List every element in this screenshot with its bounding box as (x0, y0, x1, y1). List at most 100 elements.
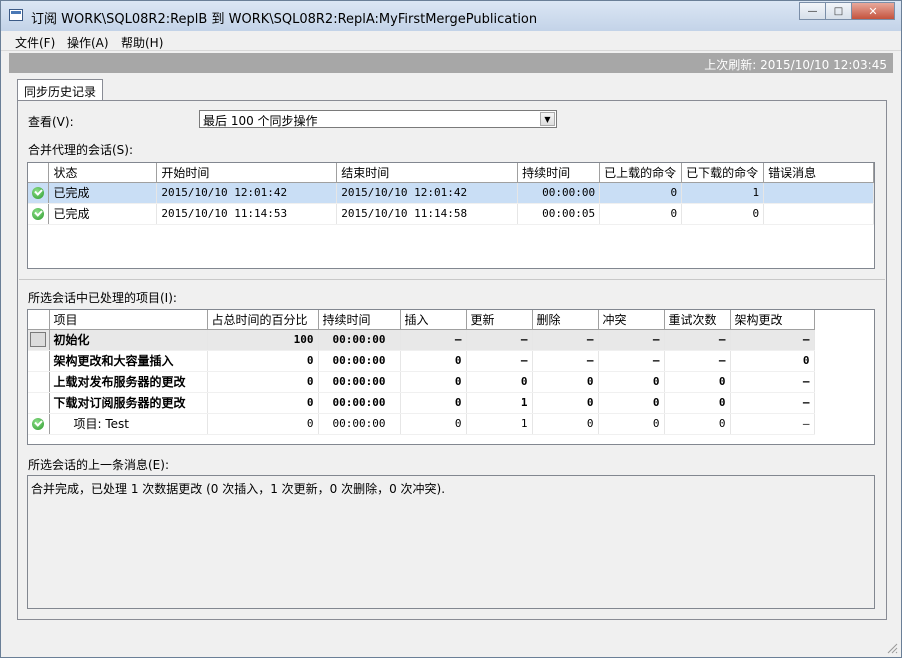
row-header-corner (28, 163, 50, 183)
table-row[interactable]: 已完成 2015/10/10 11:14:53 2015/10/10 11:14… (28, 203, 874, 225)
title-bar[interactable]: 订阅 WORK\SQL08R2:ReplB 到 WORK\SQL08R2:Rep… (1, 1, 901, 31)
last-message-label: 所选会话的上一条消息(E): (28, 458, 169, 472)
cell-conflict: – (598, 329, 665, 351)
view-select[interactable]: 最后 100 个同步操作 ▼ (199, 110, 557, 128)
cell-retry: 0 (664, 392, 731, 414)
col-header-retry[interactable]: 重试次数 (664, 310, 731, 330)
last-message-text: 合并完成，已处理 1 次数据更改 (0 次插入，1 次更新，0 次删除，0 次冲… (31, 482, 446, 496)
window-controls: — □ ✕ (799, 2, 895, 20)
cell-insert: – (400, 329, 467, 351)
items-grid[interactable]: 项目 占总时间的百分比 持续时间 插入 更新 删除 冲突 重试次数 架构更改 初… (27, 309, 875, 445)
col-header-update[interactable]: 更新 (466, 310, 533, 330)
main-window: 订阅 WORK\SQL08R2:ReplB 到 WORK\SQL08R2:Rep… (0, 0, 902, 658)
menu-file[interactable]: 文件(F) (15, 34, 55, 51)
cell-duration: 00:00:00 (517, 182, 601, 204)
cell-conflict: 0 (598, 392, 665, 414)
success-check-icon (32, 418, 44, 430)
cell-end-time: 2015/10/10 12:01:42 (336, 182, 519, 204)
cell-update: 1 (466, 392, 533, 414)
cell-percent: 0 (207, 350, 319, 372)
menu-help[interactable]: 帮助(H) (121, 34, 163, 51)
maximize-button[interactable]: □ (825, 2, 852, 20)
cell-item: 项目: Test (49, 413, 208, 435)
col-header-item[interactable]: 项目 (49, 310, 208, 330)
close-button[interactable]: ✕ (851, 2, 895, 20)
cell-delete: 0 (532, 413, 599, 435)
table-row[interactable]: 架构更改和大容量插入 0 00:00:00 0 – – – – 0 (28, 350, 815, 372)
table-row[interactable]: 初始化 100 00:00:00 – – – – – – (28, 329, 815, 351)
col-header-duration[interactable]: 持续时间 (318, 310, 401, 330)
col-header-delete[interactable]: 删除 (532, 310, 599, 330)
splitter[interactable] (19, 279, 885, 280)
cell-duration: 00:00:05 (517, 203, 601, 225)
col-header-error[interactable]: 错误消息 (763, 163, 874, 183)
cell-schema: – (730, 329, 815, 351)
col-header-percent[interactable]: 占总时间的百分比 (207, 310, 319, 330)
last-message-box[interactable]: 合并完成，已处理 1 次数据更改 (0 次插入，1 次更新，0 次删除，0 次冲… (27, 475, 875, 609)
row-selector-icon (30, 332, 46, 347)
cell-duration: 00:00:00 (318, 329, 401, 351)
maximize-icon: □ (833, 5, 844, 17)
col-header-start-time[interactable]: 开始时间 (156, 163, 338, 183)
cell-retry: – (664, 329, 731, 351)
col-header-schema[interactable]: 架构更改 (730, 310, 815, 330)
cell-conflict: 0 (598, 371, 665, 393)
minimize-icon: — (807, 5, 818, 17)
table-row[interactable]: 下载对订阅服务器的更改 0 00:00:00 0 1 0 0 0 – (28, 392, 815, 414)
cell-status: 已完成 (48, 182, 158, 204)
cell-update: – (466, 350, 533, 372)
cell-downloaded: 0 (681, 203, 765, 225)
tab-sync-history[interactable]: 同步历史记录 (17, 79, 103, 101)
cell-downloaded: 1 (681, 182, 765, 204)
cell-update: 0 (466, 371, 533, 393)
cell-schema: – (730, 413, 815, 435)
sessions-header-row: 状态 开始时间 结束时间 持续时间 已上载的命令 已下载的命令 错误消息 (28, 163, 874, 183)
cell-schema: – (730, 371, 815, 393)
cell-uploaded: 0 (599, 182, 683, 204)
cell-error (763, 203, 874, 225)
cell-duration: 00:00:00 (318, 350, 401, 372)
cell-retry: 0 (664, 371, 731, 393)
cell-item: 下载对订阅服务器的更改 (49, 392, 208, 414)
col-header-duration[interactable]: 持续时间 (517, 163, 601, 183)
resize-grip-icon[interactable] (886, 642, 898, 654)
chevron-down-icon[interactable]: ▼ (540, 112, 555, 126)
col-header-uploaded[interactable]: 已上载的命令 (599, 163, 683, 183)
cell-item: 架构更改和大容量插入 (49, 350, 208, 372)
sessions-grid[interactable]: 状态 开始时间 结束时间 持续时间 已上载的命令 已下载的命令 错误消息 已完成… (27, 162, 875, 269)
cell-end-time: 2015/10/10 11:14:58 (336, 203, 519, 225)
view-label: 查看(V): (28, 115, 74, 129)
app-window-icon (9, 9, 23, 21)
cell-retry: – (664, 350, 731, 372)
table-row[interactable]: 上载对发布服务器的更改 0 00:00:00 0 0 0 0 0 – (28, 371, 815, 393)
row-header-corner (28, 310, 50, 330)
cell-percent: 100 (207, 329, 319, 351)
cell-percent: 0 (207, 392, 319, 414)
window-title: 订阅 WORK\SQL08R2:ReplB 到 WORK\SQL08R2:Rep… (31, 12, 538, 27)
col-header-end-time[interactable]: 结束时间 (336, 163, 519, 183)
col-header-downloaded[interactable]: 已下载的命令 (681, 163, 765, 183)
cell-error (763, 182, 874, 204)
cell-schema: 0 (730, 350, 815, 372)
cell-item: 初始化 (49, 329, 208, 351)
cell-duration: 00:00:00 (318, 371, 401, 393)
cell-update: – (466, 329, 533, 351)
col-header-status[interactable]: 状态 (48, 163, 158, 183)
col-header-conflict[interactable]: 冲突 (598, 310, 665, 330)
table-row[interactable]: 项目: Test 0 00:00:00 0 1 0 0 0 – (28, 413, 815, 435)
col-header-insert[interactable]: 插入 (400, 310, 467, 330)
table-row[interactable]: 已完成 2015/10/10 12:01:42 2015/10/10 12:01… (28, 182, 874, 204)
menu-action[interactable]: 操作(A) (67, 34, 109, 51)
cell-start-time: 2015/10/10 12:01:42 (156, 182, 338, 204)
cell-duration: 00:00:00 (318, 413, 401, 435)
cell-insert: 0 (400, 392, 467, 414)
view-select-value: 最后 100 个同步操作 (203, 114, 318, 128)
cell-insert: 0 (400, 413, 467, 435)
minimize-button[interactable]: — (799, 2, 826, 20)
sessions-label: 合并代理的会话(S): (28, 143, 134, 157)
cell-conflict: – (598, 350, 665, 372)
cell-uploaded: 0 (599, 203, 683, 225)
refresh-status-bar: 上次刷新: 2015/10/10 12:03:45 (9, 53, 893, 73)
cell-duration: 00:00:00 (318, 392, 401, 414)
close-icon: ✕ (868, 4, 878, 18)
